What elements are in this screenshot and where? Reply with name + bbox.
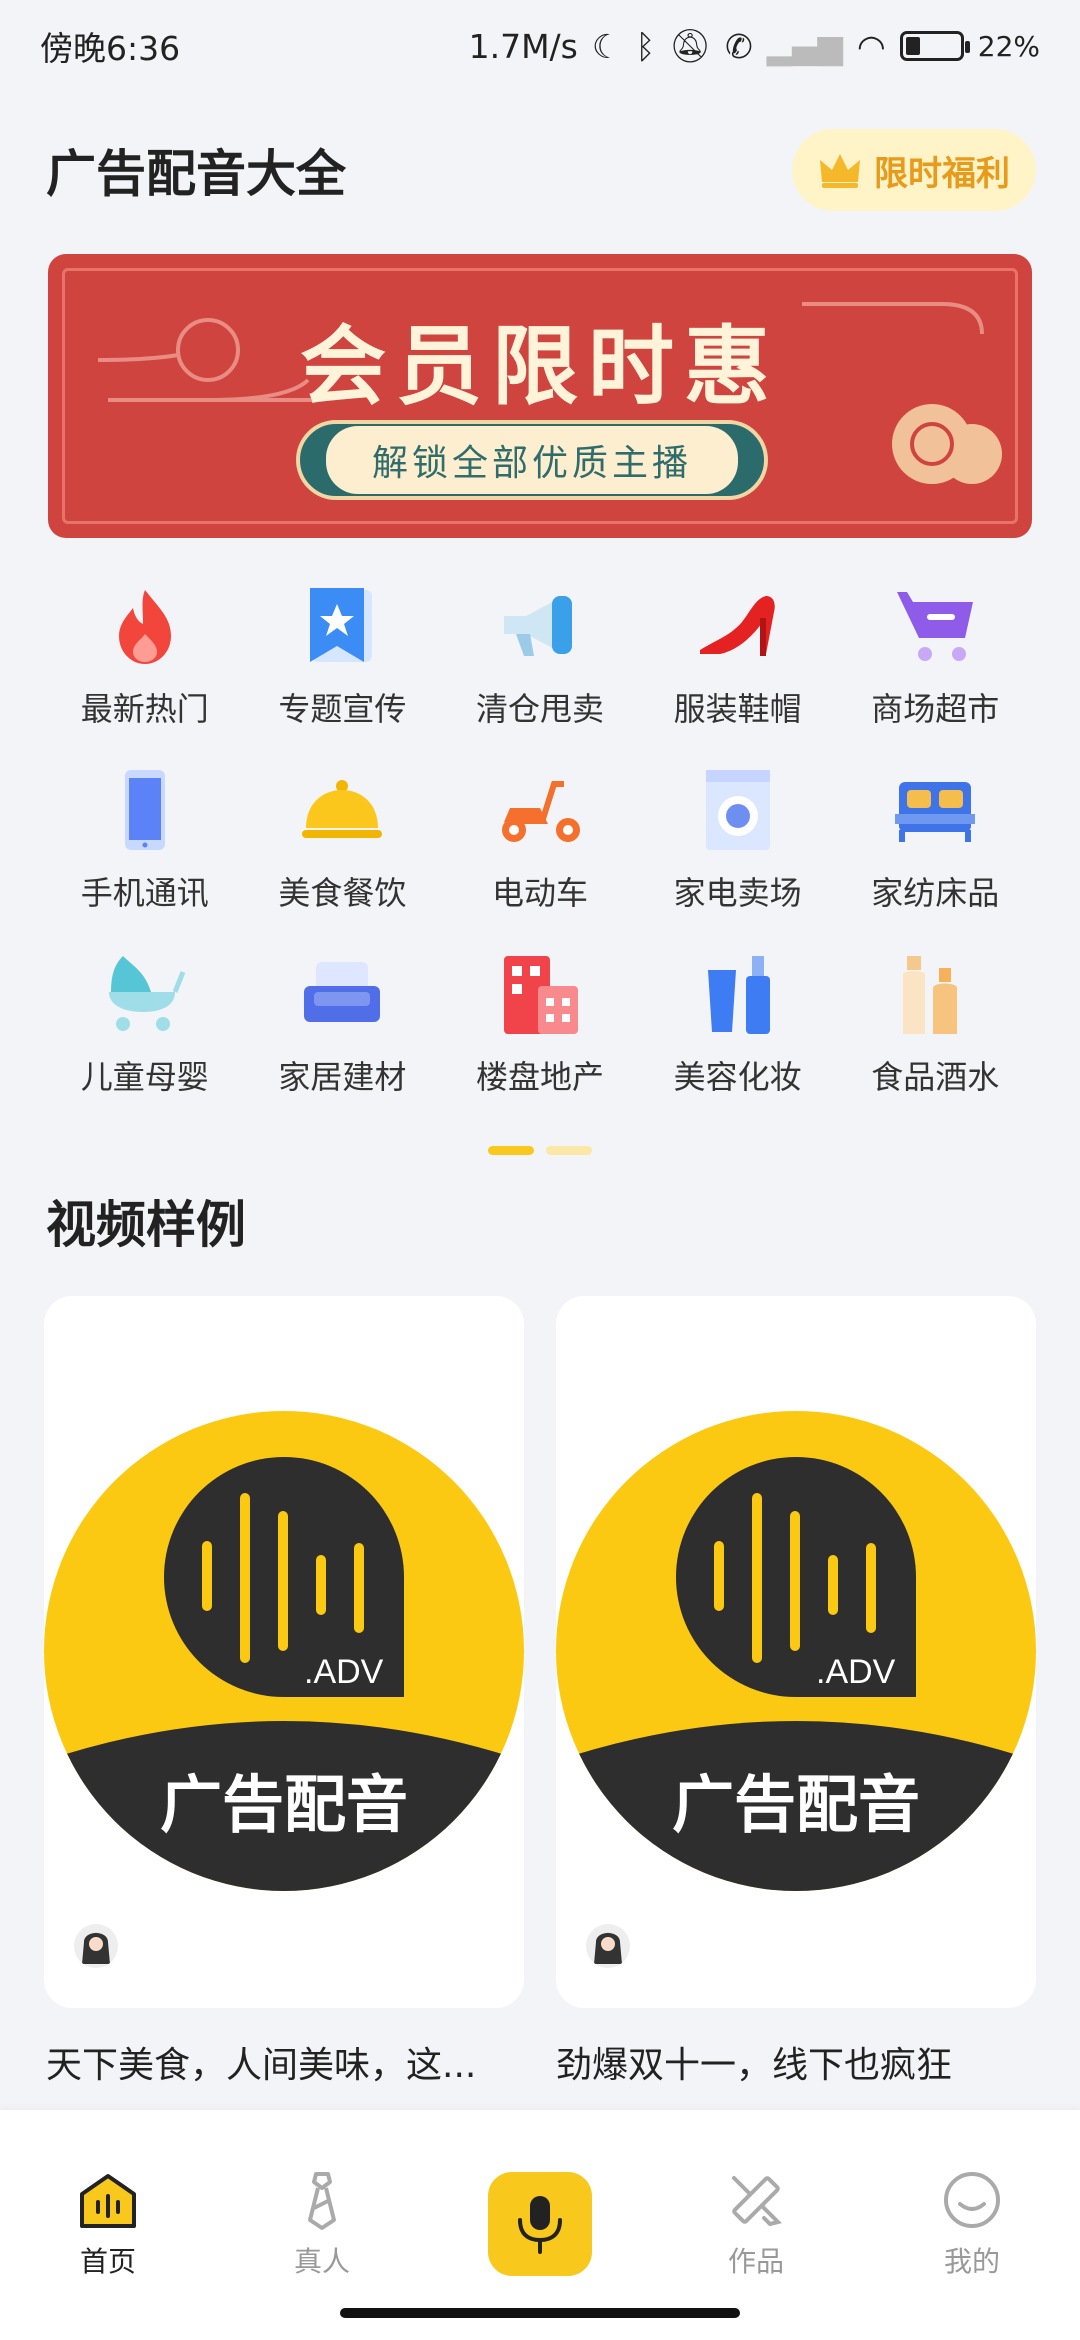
cosmetics-icon [692,948,784,1040]
signal-icon: ▂▄▆ [766,26,843,66]
tab-label: 真人 [293,2245,350,2278]
phone-icon [99,764,191,856]
network-speed: 1.7M/s [468,26,578,66]
food-cloche-icon [296,764,388,856]
record-voice-button[interactable] [488,2172,592,2276]
category-label: 儿童母婴 [80,1058,209,1096]
category-item[interactable]: 电动车 [441,764,639,914]
author-avatar[interactable] [586,1924,630,1968]
category-label: 商场超市 [871,690,1000,728]
category-label: 食品酒水 [871,1058,1000,1096]
category-item[interactable]: 美容化妆 [639,948,837,1098]
video-caption[interactable]: 劲爆双十一，线下也疯狂 [556,2036,952,2088]
category-label: 美食餐饮 [278,874,407,912]
ad-dubbing-logo: .ADV 广告配音 [44,1411,524,1891]
banner-subtitle: 解锁全部优质主播 [325,426,738,494]
category-label: 专题宣传 [278,690,407,728]
tab-home[interactable]: 首页 [38,2168,178,2280]
tab-mine[interactable]: 我的 [902,2168,1042,2280]
status-icons: 1.7M/s ☾ ᛒ 🔕︎ ✆ ▂▄▆ ◠ 22% [469,26,1040,66]
category-item[interactable]: 家电卖场 [639,764,837,914]
tab-label: 首页 [79,2245,136,2278]
microphone-icon [518,2196,562,2254]
video-card[interactable]: .ADV 广告配音 [44,1296,524,2008]
tab-works[interactable]: 作品 [686,2168,826,2280]
category-item[interactable]: 儿童母婴 [46,948,244,1098]
home-indicator[interactable] [340,2308,740,2318]
category-item[interactable]: 家纺床品 [836,764,1034,914]
video-card[interactable]: .ADV 广告配音 [556,1296,1036,2008]
sofa-icon [296,948,388,1040]
category-item[interactable]: 食品酒水 [836,948,1034,1098]
stroller-icon [99,948,191,1040]
home-icon [80,2174,136,2228]
video-caption[interactable]: 天下美食，人间美味，这... [46,2036,476,2088]
category-label: 美容化妆 [673,1058,802,1096]
logo-text: 广告配音 [672,1768,920,1841]
category-page-indicator[interactable] [488,1146,592,1155]
category-item[interactable]: 清仓甩卖 [441,580,639,730]
category-item[interactable]: 服装鞋帽 [639,580,837,730]
author-avatar[interactable] [74,1924,118,1968]
category-label: 最新热门 [80,690,209,728]
flame-icon [99,580,191,672]
megaphone-icon [494,580,586,672]
tab-label: 我的 [943,2245,1000,2278]
status-bar: 傍晚6:36 1.7M/s ☾ ᛒ 🔕︎ ✆ ▂▄▆ ◠ 22% [0,0,1080,92]
banner-subtitle-pill: 解锁全部优质主播 [296,420,768,500]
category-item[interactable]: 美食餐饮 [244,764,442,914]
bottles-icon [889,948,981,1040]
category-grid: 最新热门 专题宣传 清仓甩卖 服装鞋帽 商场超市 手机通讯 美食餐饮 电动车 家… [46,580,1034,1098]
washing-machine-icon [692,764,784,856]
logo-tag: .ADV [304,1653,384,1691]
shopping-cart-icon [889,580,981,672]
category-item[interactable]: 手机通讯 [46,764,244,914]
category-label: 服装鞋帽 [673,690,802,728]
section-title: 视频样例 [46,1196,246,1254]
tab-label: 作品 [727,2245,784,2278]
tab-real-person[interactable]: 真人 [252,2168,392,2280]
category-label: 楼盘地产 [475,1058,604,1096]
status-time: 傍晚6:36 [40,29,181,68]
battery-icon [899,31,970,61]
category-item[interactable]: 楼盘地产 [441,948,639,1098]
limited-offer-label: 限时福利 [874,153,1010,194]
crown-icon [820,154,860,188]
category-label: 手机通讯 [80,874,209,912]
logo-text: 广告配音 [160,1768,408,1841]
membership-banner[interactable]: 会员限时惠 解锁全部优质主播 [48,254,1032,538]
category-label: 家电卖场 [673,874,802,912]
wifi-icon: ◠ [856,26,886,66]
category-label: 家居建材 [278,1058,407,1096]
category-item[interactable]: 专题宣传 [244,580,442,730]
ad-dubbing-logo: .ADV 广告配音 [556,1411,1036,1891]
bed-icon [889,764,981,856]
category-label: 电动车 [491,874,588,912]
call-icon: ✆ [725,26,753,66]
high-heel-icon [692,580,784,672]
category-item[interactable]: 商场超市 [836,580,1034,730]
category-item[interactable]: 家居建材 [244,948,442,1098]
banner-title: 会员限时惠 [300,317,780,417]
star-badge-icon [296,580,388,672]
battery-percent: 22% [977,29,1040,63]
bluetooth-icon: ᛒ [635,26,656,66]
page-dot-active [488,1146,534,1155]
page-dot [546,1146,592,1155]
category-label: 家纺床品 [871,874,1000,912]
page-title: 广告配音大全 [46,145,346,203]
smiley-face-icon [944,2172,1000,2228]
building-icon [494,948,586,1040]
moon-icon: ☾ [591,26,622,66]
mute-icon: 🔕︎ [669,26,712,65]
person-tie-icon [308,2172,336,2230]
page-header: 广告配音大全 限时福利 [46,129,1036,211]
category-item[interactable]: 最新热门 [46,580,244,730]
scooter-icon [494,764,586,856]
logo-tag: .ADV [816,1653,896,1691]
limited-offer-button[interactable]: 限时福利 [792,129,1036,211]
category-label: 清仓甩卖 [475,690,604,728]
pencil-ruler-icon [732,2176,782,2227]
